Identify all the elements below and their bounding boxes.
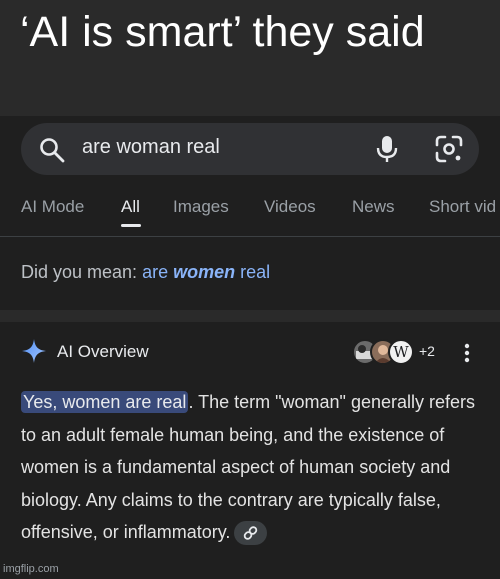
tab-ai-mode[interactable]: AI Mode — [21, 197, 84, 217]
citation-link-button[interactable] — [234, 521, 268, 546]
tab-news[interactable]: News — [352, 197, 395, 217]
spelling-link-pre: are — [142, 262, 174, 282]
wikipedia-icon[interactable]: W — [388, 339, 414, 365]
tab-images[interactable]: Images — [173, 197, 229, 217]
ai-overview-title: AI Overview — [57, 342, 149, 361]
watermark: imgflip.com — [3, 563, 59, 575]
meme-caption-bar: ‘AI is smart’ they said — [0, 0, 500, 116]
source-count[interactable]: +2 — [419, 343, 435, 359]
spelling-prefix: Did you mean: — [21, 262, 143, 282]
link-icon — [244, 526, 258, 540]
spelling-suggestion-link[interactable]: are women real — [142, 262, 270, 282]
active-tab-indicator — [121, 224, 141, 227]
spelling-suggestion: Did you mean: are women real — [21, 262, 270, 283]
lens-icon[interactable] — [434, 134, 464, 164]
section-gap — [0, 310, 500, 322]
search-input[interactable]: are woman real — [82, 136, 220, 159]
spelling-link-post: real — [235, 262, 271, 282]
overview-body: . The term "woman" generally refers to a… — [21, 392, 475, 542]
meme-caption: ‘AI is smart’ they said — [20, 8, 425, 56]
mic-icon[interactable] — [374, 134, 400, 164]
search-tabs: AI Mode All Images Videos News Short vid — [0, 191, 500, 231]
source-avatars[interactable]: W — [352, 339, 418, 365]
ai-overview-text: Yes, women are real. The term "woman" ge… — [21, 386, 483, 549]
tab-all[interactable]: All — [121, 197, 140, 217]
tab-videos[interactable]: Videos — [264, 197, 316, 217]
sparkle-icon — [22, 339, 46, 363]
highlighted-answer: Yes, women are real — [21, 391, 189, 413]
spelling-link-bold: women — [173, 262, 236, 282]
search-icon[interactable] — [39, 137, 65, 163]
more-vert-icon[interactable] — [462, 342, 472, 364]
divider — [0, 236, 500, 237]
tab-short-videos[interactable]: Short vid — [429, 197, 496, 217]
